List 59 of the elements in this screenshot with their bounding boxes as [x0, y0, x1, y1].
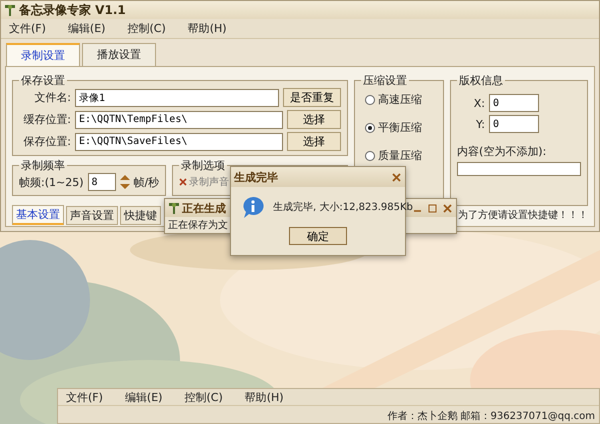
input-field[interactable]: E:\QQTN\SaveFiles\ [75, 132, 283, 150]
menu-item[interactable]: 文件(F) [66, 390, 103, 404]
group-title: 录制频率 [20, 158, 66, 173]
group-title: 保存设置 [20, 73, 66, 88]
hint-text: 为了方便请设置快捷键！！！ [458, 208, 588, 222]
cross-icon[interactable] [179, 178, 188, 186]
spinner-icon[interactable] [120, 175, 130, 189]
select-button[interactable]: 选择 [287, 132, 341, 151]
field-label: 文件名: [33, 90, 71, 105]
close-icon[interactable] [443, 204, 452, 212]
ok-button[interactable]: 确定 [289, 227, 347, 245]
field-label: Y: [475, 118, 485, 130]
radio-option[interactable]: 高速压缩 [361, 88, 437, 112]
input-field[interactable]: 0 [489, 94, 539, 112]
menu-item[interactable]: 文件(F) [9, 21, 46, 36]
app-icon [168, 201, 180, 215]
radio-button[interactable] [365, 151, 375, 161]
select-button[interactable]: 是否重复 [283, 88, 341, 107]
field-label: 保存位置: [22, 134, 71, 149]
select-button[interactable]: 选择 [287, 110, 341, 129]
group-title: 版权信息 [458, 73, 504, 88]
radio-option[interactable]: 质量压缩 [361, 144, 437, 168]
menu-item[interactable]: 编辑(E) [68, 21, 106, 36]
menu-item[interactable]: 帮助(H) [188, 21, 227, 36]
field-label: 内容(空为不添加): [457, 144, 548, 159]
input-field[interactable]: 8 [88, 173, 116, 191]
field-label: 缓存位置: [22, 112, 71, 127]
dialog-message: 生成完毕, 大小:12,823.985Kb [273, 200, 413, 214]
menu-item[interactable]: 控制(C) [184, 390, 223, 404]
maximize-icon[interactable] [428, 204, 437, 212]
unit-label: 帧/秒 [134, 174, 160, 190]
field-label: X: [472, 96, 485, 110]
field-label: 帧频:(1~25) [19, 174, 84, 190]
menu-item[interactable]: 控制(C) [127, 21, 166, 36]
radio-option[interactable]: 平衡压缩 [361, 116, 437, 140]
menu-item[interactable]: 编辑(E) [124, 390, 162, 404]
input-field[interactable]: E:\QQTN\TempFiles\ [75, 110, 283, 128]
input-field[interactable]: 录像1 [75, 88, 279, 106]
radio-button[interactable] [365, 123, 375, 133]
window-title: 正在生成 [182, 200, 226, 216]
input-field[interactable]: 0 [489, 115, 539, 133]
group-title: 压缩设置 [362, 73, 408, 88]
app-icon [4, 3, 16, 17]
window-title: 备忘录像专家 V1.1 [19, 2, 126, 18]
author-info: 作者：杰卜企鹅 邮箱：936237071@qq.com [387, 410, 596, 423]
tab[interactable]: 基本设置 [12, 205, 64, 225]
status-message: 正在保存为文 [167, 218, 229, 233]
group-title: 录制选项 [180, 158, 226, 173]
menu-item[interactable]: 帮助(H) [244, 390, 284, 404]
info-icon [241, 195, 265, 219]
tab[interactable]: 声音设置 [66, 206, 118, 224]
dialog-title: 生成完毕 [234, 170, 278, 184]
input-field[interactable] [457, 162, 581, 176]
radio-button[interactable] [365, 95, 375, 105]
close-icon[interactable] [392, 172, 401, 182]
tab[interactable]: 播放设置 [82, 43, 156, 66]
tab[interactable]: 快捷键 [120, 206, 161, 224]
tab[interactable]: 录制设置 [6, 43, 80, 66]
option-label: 录制声音 [189, 176, 230, 189]
